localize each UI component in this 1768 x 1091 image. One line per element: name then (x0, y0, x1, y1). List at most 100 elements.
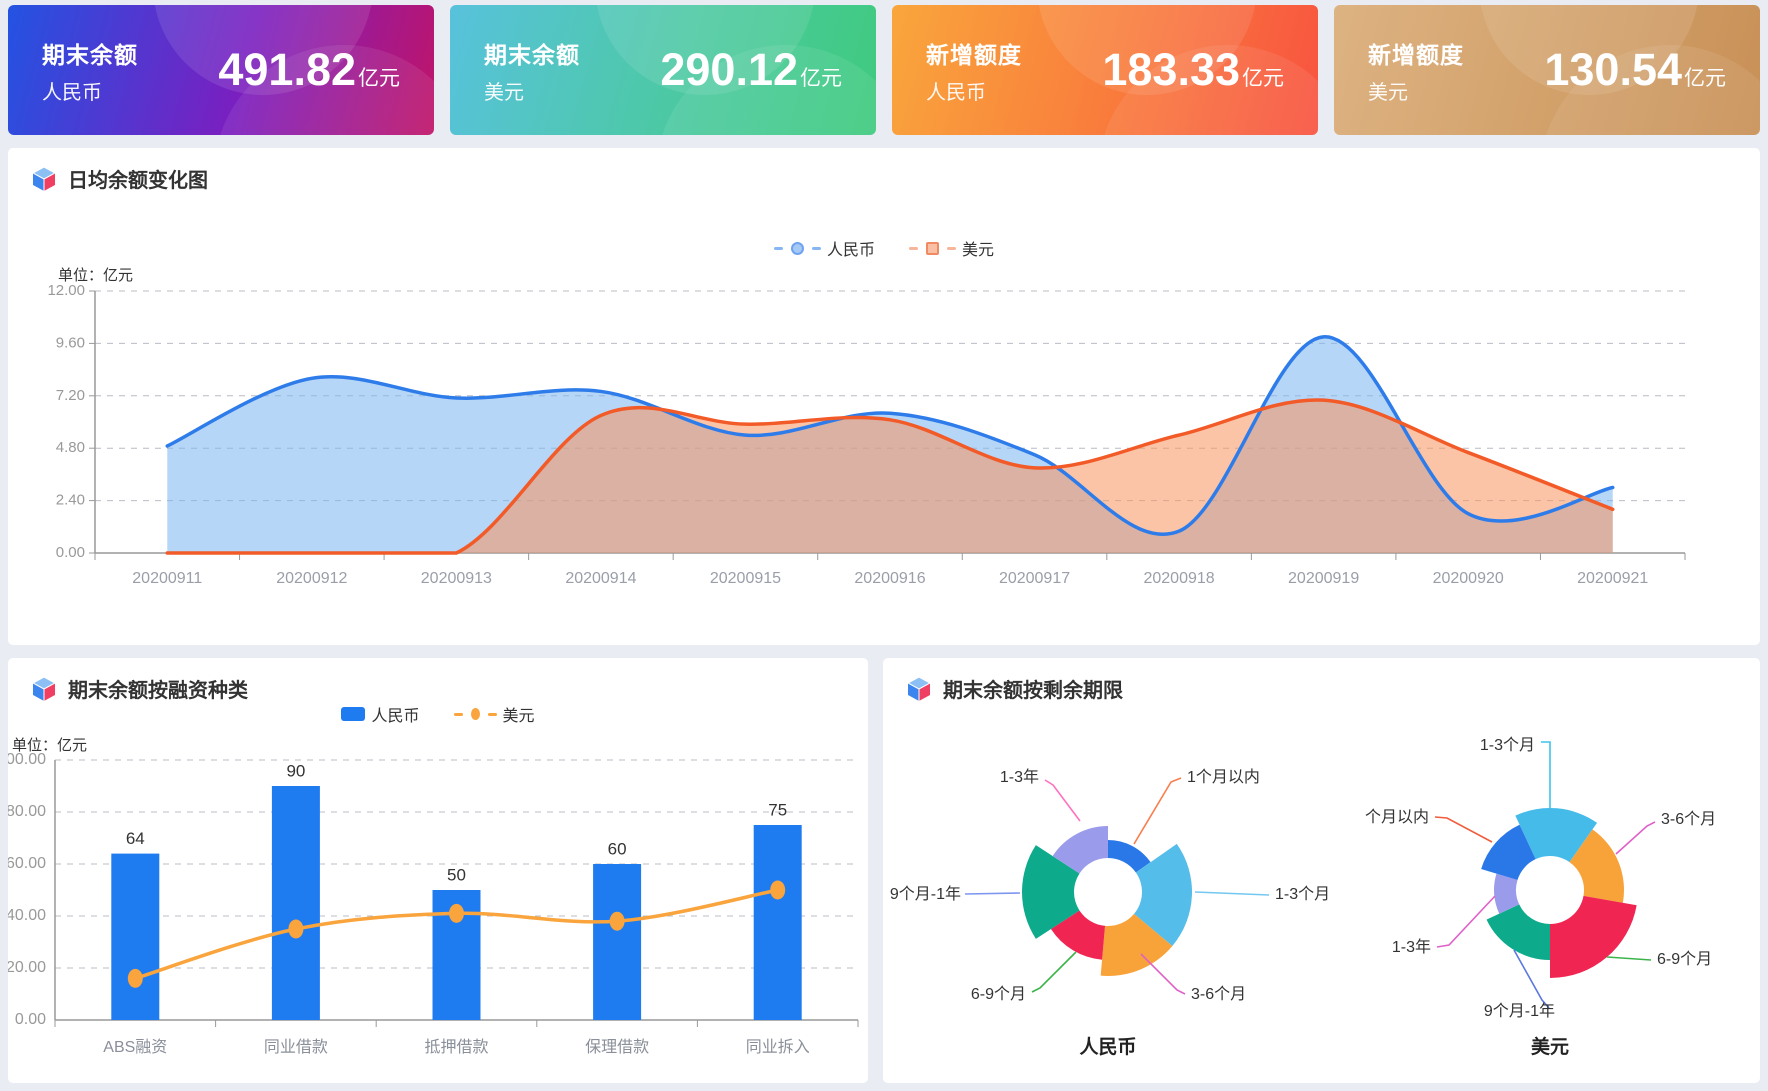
kpi-title: 新增额度 (1368, 36, 1464, 70)
bar-marker-icon (341, 707, 365, 721)
line-chart-legend: 人民币 美元 (8, 236, 1760, 260)
svg-text:0.00: 0.00 (15, 1011, 46, 1028)
svg-text:50: 50 (447, 865, 466, 884)
svg-text:美元: 美元 (1531, 1035, 1569, 1058)
svg-text:1-3个月: 1-3个月 (1480, 736, 1535, 754)
panel-daily-balance-trend: 日均余额变化图 人民币 美元 单位：亿元 12.009.607.204.802.… (8, 148, 1760, 645)
svg-text:6-9个月: 6-9个月 (1657, 950, 1712, 968)
svg-text:同业借款: 同业借款 (264, 1038, 328, 1056)
svg-text:2.40: 2.40 (56, 492, 85, 509)
svg-text:抵押借款: 抵押借款 (424, 1038, 488, 1056)
legend-label: 美元 (503, 702, 535, 726)
unit-label: 单位：亿元 (58, 264, 133, 285)
cube-icon (905, 675, 933, 703)
svg-text:60: 60 (608, 839, 627, 858)
svg-text:0.00: 0.00 (56, 544, 85, 561)
legend-dash (454, 713, 463, 716)
svg-text:20200921: 20200921 (1577, 570, 1648, 587)
legend-item-cny[interactable]: 人民币 (341, 702, 419, 726)
svg-text:20200919: 20200919 (1288, 570, 1359, 587)
kpi-title: 期末余额 (484, 36, 580, 70)
svg-text:20200917: 20200917 (999, 570, 1070, 587)
kpi-card-row: 期末余额 人民币 491.82 亿元 期末余额 美元 290.12 亿元 新增额… (8, 5, 1760, 135)
svg-text:1-3年: 1-3年 (1392, 938, 1431, 956)
kpi-card-new-quota-usd: 新增额度 美元 130.54 亿元 (1334, 5, 1760, 135)
svg-text:1-3年: 1-3年 (1000, 768, 1039, 786)
svg-text:20200916: 20200916 (854, 570, 925, 587)
kpi-title: 期末余额 (42, 36, 138, 70)
kpi-subtitle: 人民币 (42, 76, 138, 105)
dot-marker-icon (471, 708, 480, 720)
svg-text:75: 75 (768, 800, 787, 819)
cube-icon (30, 165, 58, 193)
bar-chart-legend: 人民币 美元 (8, 702, 868, 726)
svg-text:20200918: 20200918 (1143, 570, 1214, 587)
circle-marker-icon (791, 242, 804, 255)
svg-text:20200915: 20200915 (710, 570, 781, 587)
legend-item-usd[interactable]: 美元 (454, 702, 535, 726)
kpi-value: 491.82 (218, 44, 356, 96)
svg-text:64: 64 (126, 829, 145, 848)
line-area-chart: 12.009.607.204.802.400.00202009112020091… (8, 148, 1760, 645)
svg-text:20.00: 20.00 (8, 959, 46, 976)
legend-dash (909, 247, 918, 250)
legend-dash (774, 247, 783, 250)
unit-label: 单位：亿元 (12, 734, 87, 755)
svg-text:20200912: 20200912 (276, 570, 347, 587)
svg-text:20200914: 20200914 (565, 570, 636, 587)
donut-charts: 1个月以内 1-3个月 3-6个月 6-9个月 9个月-1年 1-3年人民币 1-3个月 3-… (883, 658, 1760, 1083)
svg-text:个月以内: 个月以内 (1365, 808, 1429, 826)
svg-text:7.20: 7.20 (56, 387, 85, 404)
svg-text:3-6个月: 3-6个月 (1661, 810, 1716, 828)
svg-text:3-6个月: 3-6个月 (1191, 985, 1246, 1003)
legend-item-usd[interactable]: 美元 (909, 236, 994, 260)
svg-text:40.00: 40.00 (8, 907, 46, 924)
svg-text:20200911: 20200911 (132, 570, 202, 587)
panel-title: 日均余额变化图 (30, 164, 208, 193)
kpi-value: 290.12 (660, 44, 798, 96)
svg-text:9.60: 9.60 (56, 334, 85, 351)
kpi-subtitle: 美元 (484, 76, 580, 105)
square-marker-icon (926, 242, 939, 255)
cube-icon (30, 675, 58, 703)
kpi-value: 183.33 (1102, 44, 1240, 96)
page-title: 日均余额变化图 (68, 164, 208, 193)
legend-label: 人民币 (827, 236, 875, 260)
kpi-title: 新增额度 (926, 36, 1022, 70)
legend-label: 美元 (962, 236, 994, 260)
kpi-value: 130.54 (1544, 44, 1682, 96)
svg-text:保理借款: 保理借款 (585, 1038, 649, 1056)
svg-text:90: 90 (286, 761, 305, 780)
legend-dash (488, 713, 497, 716)
svg-text:ABS融资: ABS融资 (103, 1038, 167, 1056)
svg-text:6-9个月: 6-9个月 (971, 985, 1026, 1003)
legend-dash (947, 247, 956, 250)
panel-title: 期末余额按融资种类 (30, 674, 248, 703)
legend-dash (812, 247, 821, 250)
kpi-card-new-quota-cny: 新增额度 人民币 183.33 亿元 (892, 5, 1318, 135)
legend-item-cny[interactable]: 人民币 (774, 236, 875, 260)
kpi-subtitle: 人民币 (926, 76, 1022, 105)
kpi-card-ending-balance-cny: 期末余额 人民币 491.82 亿元 (8, 5, 434, 135)
kpi-unit: 亿元 (1242, 62, 1284, 92)
svg-text:60.00: 60.00 (8, 855, 46, 872)
svg-text:人民币: 人民币 (1079, 1036, 1136, 1058)
svg-text:1-3个月: 1-3个月 (1275, 885, 1330, 903)
svg-text:20200913: 20200913 (421, 570, 492, 587)
panel-title-text: 期末余额按剩余期限 (943, 674, 1123, 703)
svg-text:9个月-1年: 9个月-1年 (890, 885, 961, 903)
kpi-unit: 亿元 (1684, 62, 1726, 92)
legend-label: 人民币 (371, 702, 419, 726)
svg-text:1个月以内: 1个月以内 (1187, 768, 1260, 786)
svg-text:80.00: 80.00 (8, 803, 46, 820)
svg-text:4.80: 4.80 (56, 439, 85, 456)
kpi-unit: 亿元 (800, 62, 842, 92)
kpi-unit: 亿元 (358, 62, 400, 92)
panel-balance-by-remaining-term: 期末余额按剩余期限 1个月以内 1-3个月 3-6个月 6-9个月 9个月-1年 1-3年… (883, 658, 1760, 1083)
svg-text:20200920: 20200920 (1433, 570, 1504, 587)
dashboard: 期末余额 人民币 491.82 亿元 期末余额 美元 290.12 亿元 新增额… (0, 0, 1768, 1091)
svg-text:9个月-1年: 9个月-1年 (1484, 1002, 1555, 1020)
panel-balance-by-financing-type: 期末余额按融资种类 人民币 美元 单位：亿元 100.0080.0060.004… (8, 658, 868, 1083)
kpi-card-ending-balance-usd: 期末余额 美元 290.12 亿元 (450, 5, 876, 135)
panel-title-text: 期末余额按融资种类 (68, 674, 248, 703)
